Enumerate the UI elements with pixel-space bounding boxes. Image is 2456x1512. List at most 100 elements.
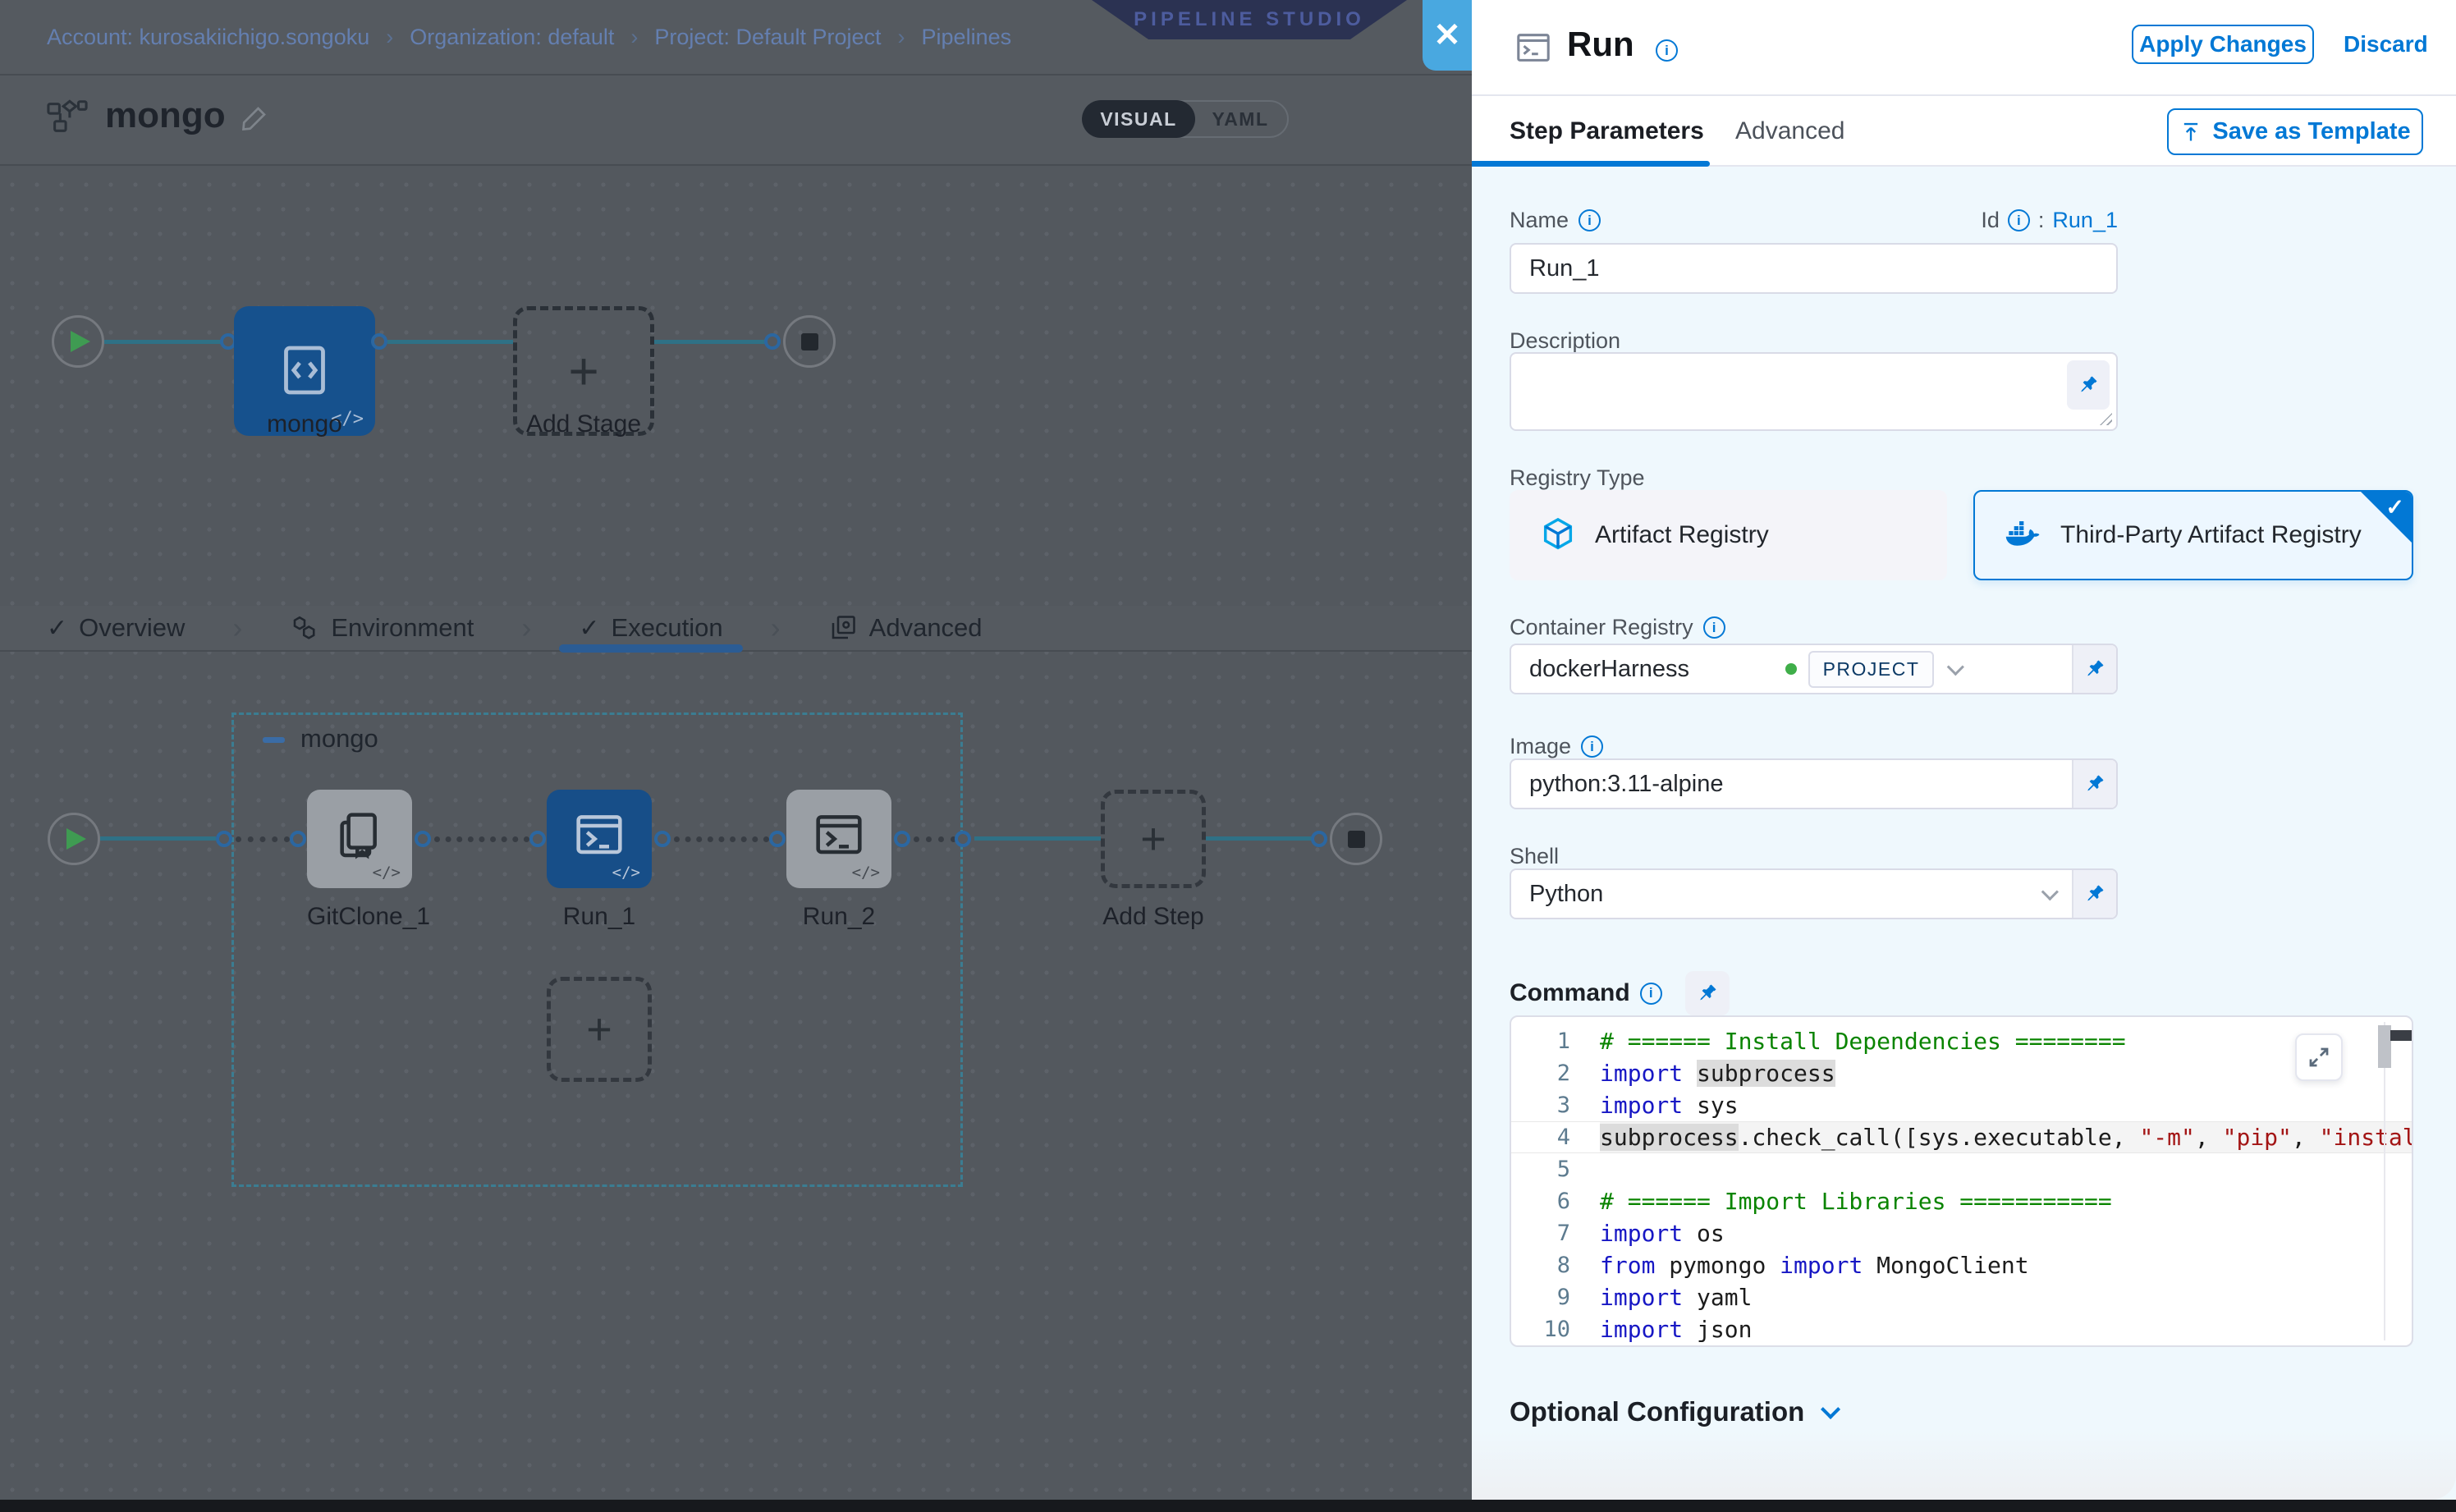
check-icon: ✓ xyxy=(2385,495,2404,520)
chevron-right-icon: › xyxy=(232,611,242,645)
play-icon xyxy=(66,828,86,850)
container-registry-value: dockerHarness xyxy=(1529,656,1689,683)
breadcrumb-pipelines[interactable]: Pipelines xyxy=(922,25,1012,50)
breadcrumb-organization[interactable]: Organization: default xyxy=(410,25,614,50)
tab-advanced[interactable]: Advanced xyxy=(828,605,983,651)
code-lines: 1# ====== Install Dependencies ========2… xyxy=(1511,1025,2412,1345)
connector-port xyxy=(894,831,910,847)
editor-scroll-handle[interactable] xyxy=(2390,1030,2413,1041)
name-input[interactable] xyxy=(1510,243,2118,294)
connector-line xyxy=(100,836,216,841)
image-value: python:3.11-alpine xyxy=(1529,771,1723,798)
tab-environment[interactable]: Environment xyxy=(290,605,474,651)
editor-scrollbar-thumb[interactable] xyxy=(2378,1025,2391,1068)
line-number: 3 xyxy=(1511,1093,1600,1118)
code-line[interactable]: 5 xyxy=(1511,1153,2412,1185)
registry-type-label: Registry Type xyxy=(1510,465,1645,491)
chevron-down-icon xyxy=(1821,1399,1840,1418)
tab-step-parameters[interactable]: Step Parameters xyxy=(1510,117,1704,145)
code-line[interactable]: 8from pymongo import MongoClient xyxy=(1511,1249,2412,1281)
stop-icon xyxy=(1348,831,1365,848)
chevron-down-icon[interactable] xyxy=(1947,658,1964,676)
info-icon[interactable]: i xyxy=(1579,209,1601,231)
play-icon xyxy=(71,331,90,352)
resize-handle-icon[interactable] xyxy=(2100,413,2112,425)
plus-icon: + xyxy=(586,1007,612,1052)
code-line[interactable]: 1# ====== Install Dependencies ======== xyxy=(1511,1025,2412,1057)
chevron-right-icon: › xyxy=(521,611,531,645)
shell-select[interactable]: Python xyxy=(1510,868,2118,919)
execution-end-node[interactable] xyxy=(1330,813,1382,865)
pin-input-type-button[interactable] xyxy=(2067,360,2110,410)
discard-button[interactable]: Discard xyxy=(2344,31,2428,57)
connector-port xyxy=(290,831,306,847)
code-text: import yaml xyxy=(1600,1284,2412,1311)
id-value: Run_1 xyxy=(2052,208,2118,233)
connector-line xyxy=(387,340,513,344)
code-line[interactable]: 9import yaml xyxy=(1511,1281,2412,1313)
step-node-gitclone-1[interactable]: </> xyxy=(307,790,412,888)
info-icon[interactable]: i xyxy=(1703,616,1725,639)
collapse-minus-icon[interactable] xyxy=(263,737,285,743)
chevron-right-icon: › xyxy=(386,25,393,50)
container-registry-field[interactable]: dockerHarness PROJECT xyxy=(1510,644,2118,694)
pushpin-icon xyxy=(2077,373,2100,396)
breadcrumb-project[interactable]: Project: Default Project xyxy=(654,25,881,50)
stage-tabs-bar: ✓ Overview › Environment › ✓ Execution › xyxy=(0,606,1472,652)
pipeline-graph-icon xyxy=(47,99,88,135)
stop-icon xyxy=(801,333,818,351)
add-step-node[interactable]: + xyxy=(1101,790,1206,888)
pipeline-studio-app: Account: kurosakiichigo.songoku › Organi… xyxy=(0,0,2456,1512)
tab-advanced[interactable]: Advanced xyxy=(1735,117,1844,145)
edit-pencil-icon[interactable] xyxy=(240,103,269,133)
editor-scrollbar-track[interactable] xyxy=(2384,1022,2385,1340)
info-icon[interactable]: i xyxy=(1656,39,1678,62)
toggle-visual[interactable]: VISUAL xyxy=(1082,100,1195,138)
tab-overview[interactable]: ✓ Overview xyxy=(47,605,185,651)
tab-execution[interactable]: ✓ Execution xyxy=(579,605,722,651)
connector-port xyxy=(371,333,387,350)
step-label: Run_2 xyxy=(786,903,891,931)
step-node-run-2[interactable]: </> xyxy=(786,790,891,888)
pin-input-type-button[interactable] xyxy=(2072,870,2116,918)
pin-input-type-button[interactable] xyxy=(1685,971,1730,1015)
pushpin-icon xyxy=(2083,772,2106,795)
pin-input-type-button[interactable] xyxy=(2072,645,2116,693)
save-as-template-button[interactable]: Save as Template xyxy=(2167,108,2423,155)
execution-start-node[interactable] xyxy=(48,813,100,865)
code-line[interactable]: 10import json xyxy=(1511,1313,2412,1345)
info-icon[interactable]: i xyxy=(1581,735,1603,758)
active-tab-underline xyxy=(1472,161,1710,167)
pipeline-start-node[interactable] xyxy=(52,315,104,368)
code-line[interactable]: 2import subprocess xyxy=(1511,1057,2412,1089)
optional-configuration-toggle[interactable]: Optional Configuration xyxy=(1510,1396,1835,1427)
toggle-yaml[interactable]: YAML xyxy=(1194,102,1287,136)
code-line[interactable]: 6# ====== Import Libraries =========== xyxy=(1511,1185,2412,1217)
code-text: import sys xyxy=(1600,1092,2412,1119)
add-parallel-step-node[interactable]: + xyxy=(547,977,652,1082)
stage-label: mongo xyxy=(234,410,375,438)
registry-option-third-party[interactable]: Third-Party Artifact Registry ✓ xyxy=(1973,490,2413,580)
apply-changes-button[interactable]: Apply Changes xyxy=(2132,25,2314,64)
connector-port xyxy=(1311,831,1327,847)
description-textarea[interactable] xyxy=(1510,352,2118,431)
description-label: Description xyxy=(1510,328,1620,354)
code-line[interactable]: 3import sys xyxy=(1511,1089,2412,1121)
image-field[interactable]: python:3.11-alpine xyxy=(1510,758,2118,809)
expand-editor-button[interactable] xyxy=(2295,1033,2343,1081)
line-number: 2 xyxy=(1511,1061,1600,1086)
code-line[interactable]: 4subprocess.check_call([sys.executable, … xyxy=(1511,1121,2412,1153)
close-drawer-button[interactable]: ✕ xyxy=(1423,0,1472,71)
pipeline-end-node[interactable] xyxy=(783,315,836,368)
chevron-down-icon[interactable] xyxy=(2041,883,2059,900)
info-icon[interactable]: i xyxy=(1640,983,1662,1005)
connector-port xyxy=(769,831,786,847)
breadcrumb-account[interactable]: Account: kurosakiichigo.songoku xyxy=(47,25,369,50)
step-node-run-1[interactable]: </> xyxy=(547,790,652,888)
info-icon[interactable]: i xyxy=(2008,209,2030,231)
pin-input-type-button[interactable] xyxy=(2072,760,2116,808)
code-line[interactable]: 7import os xyxy=(1511,1217,2412,1249)
command-code-editor[interactable]: 1# ====== Install Dependencies ========2… xyxy=(1510,1015,2413,1347)
registry-option-artifact-registry[interactable]: Artifact Registry xyxy=(1510,490,1947,580)
pipeline-canvas: Account: kurosakiichigo.songoku › Organi… xyxy=(0,0,1472,1500)
